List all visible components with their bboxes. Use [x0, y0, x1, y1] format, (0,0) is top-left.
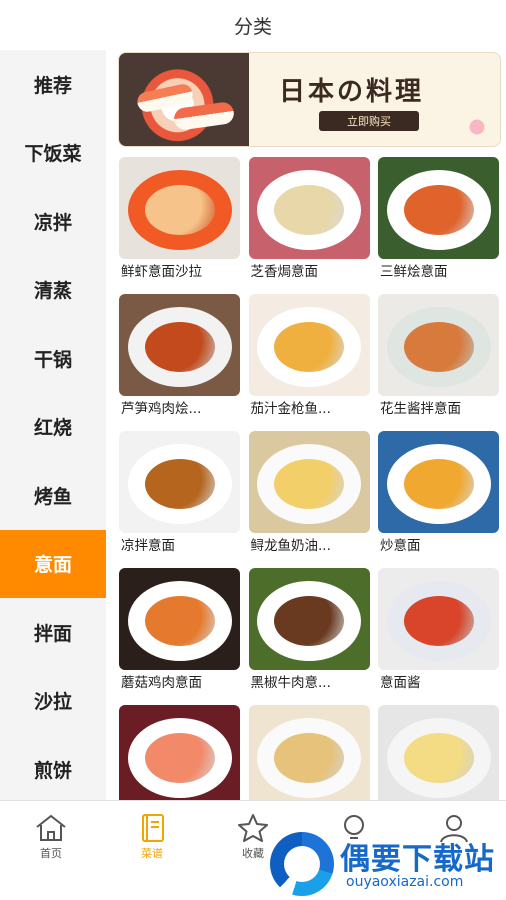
banner-title: 日本の料理	[279, 77, 425, 107]
recipe-image	[248, 294, 370, 396]
sidebar-item-grilled-fish[interactable]: 烤鱼	[0, 461, 106, 530]
recipe-image	[248, 431, 370, 533]
sidebar-item-rice-dishes[interactable]: 下饭菜	[0, 119, 106, 188]
recipe-name: 芝香焗意面	[250, 264, 319, 280]
recipe-card[interactable]: 黑椒牛肉意...	[248, 568, 370, 696]
sidebar-item-braised[interactable]: 红烧	[0, 393, 106, 462]
sidebar-item-steamed[interactable]: 清蒸	[0, 256, 106, 325]
recipe-name: 意面酱	[380, 675, 421, 691]
flower-icon	[464, 114, 490, 140]
page-title-text: 分类	[233, 15, 272, 38]
sidebar-item-recommend[interactable]: 推荐	[0, 50, 106, 119]
recipe-card[interactable]: 凉拌意面	[119, 431, 240, 559]
sidebar-item-salad[interactable]: 沙拉	[0, 667, 106, 736]
recipe-image	[378, 157, 499, 259]
tab-recipes[interactable]: 菜谱	[122, 813, 182, 861]
recipe-image	[378, 431, 499, 533]
promo-banner[interactable]: 日本の料理 立即购买	[118, 52, 501, 147]
recipe-name: 黑椒牛肉意...	[250, 675, 331, 691]
recipe-card[interactable]: 三鲜烩意面	[378, 157, 499, 285]
category-sidebar: 推荐 下饭菜 凉拌 清蒸 干锅 红烧 烤鱼 意面 拌面 沙拉 煎饼	[0, 50, 106, 800]
recipe-image	[378, 294, 499, 396]
recipe-card[interactable]	[119, 705, 240, 800]
recipe-card[interactable]: 花生酱拌意面	[378, 294, 499, 422]
recipe-name: 三鲜烩意面	[380, 264, 448, 280]
sidebar-item-pancake[interactable]: 煎饼	[0, 735, 106, 800]
watermark-text: 偶要下载站	[340, 842, 495, 877]
recipe-image	[248, 568, 370, 670]
recipe-card[interactable]: 意面酱	[378, 568, 499, 696]
recipe-name: 茄汁金枪鱼...	[250, 401, 331, 417]
recipe-card[interactable]: 鲜虾意面沙拉	[119, 157, 240, 285]
recipe-image	[119, 294, 240, 396]
recipe-image	[119, 431, 240, 533]
recipe-content: 日本の料理 立即购买 鲜虾意面沙拉 芝香焗意面 三鲜烩意面芦笋鸡肉烩... 茄汁金枪鱼…	[106, 50, 506, 800]
buy-now-button[interactable]: 立即购买	[319, 111, 419, 131]
recipe-image	[378, 568, 499, 670]
home-icon	[36, 814, 66, 841]
recipe-name: 鲜虾意面沙拉	[121, 264, 202, 280]
recipe-card[interactable]: 茄汁金枪鱼...	[248, 294, 370, 422]
watermark-url: ouyaoxiazai.com	[346, 874, 464, 890]
recipe-image	[378, 705, 499, 800]
recipe-image	[119, 568, 240, 670]
sidebar-item-pasta[interactable]: 意面	[0, 529, 106, 598]
tab-home[interactable]: 首页	[21, 813, 81, 861]
recipe-name: 芦笋鸡肉烩...	[121, 401, 202, 417]
recipe-card[interactable]: 炒意面	[378, 431, 499, 559]
recipe-image	[248, 705, 370, 800]
recipe-card[interactable]	[248, 705, 370, 800]
sidebar-item-dry-pot[interactable]: 干锅	[0, 324, 106, 393]
recipe-name: 凉拌意面	[121, 538, 175, 554]
recipe-card[interactable]	[378, 705, 499, 800]
recipe-card[interactable]: 芦笋鸡肉烩...	[119, 294, 240, 422]
recipe-image	[119, 705, 240, 800]
recipe-name: 花生酱拌意面	[380, 401, 461, 417]
site-watermark: 偶要下载站 ouyaoxiazai.com	[270, 832, 506, 900]
page-title: 分类	[0, 0, 506, 50]
recipe-name: 蘑菇鸡肉意面	[121, 675, 202, 691]
recipe-image	[119, 157, 240, 259]
recipe-book-icon	[142, 814, 164, 842]
sidebar-item-cold-dishes[interactable]: 凉拌	[0, 187, 106, 256]
recipe-card[interactable]: 芝香焗意面	[248, 157, 370, 285]
star-icon	[238, 814, 268, 842]
recipe-name: 炒意面	[380, 538, 421, 554]
sidebar-item-mixed-noodles[interactable]: 拌面	[0, 598, 106, 667]
recipe-image	[248, 157, 370, 259]
recipe-card[interactable]: 鲟龙鱼奶油...	[248, 431, 370, 559]
recipe-name: 鲟龙鱼奶油...	[250, 538, 331, 554]
recipe-card[interactable]: 蘑菇鸡肉意面	[119, 568, 240, 696]
